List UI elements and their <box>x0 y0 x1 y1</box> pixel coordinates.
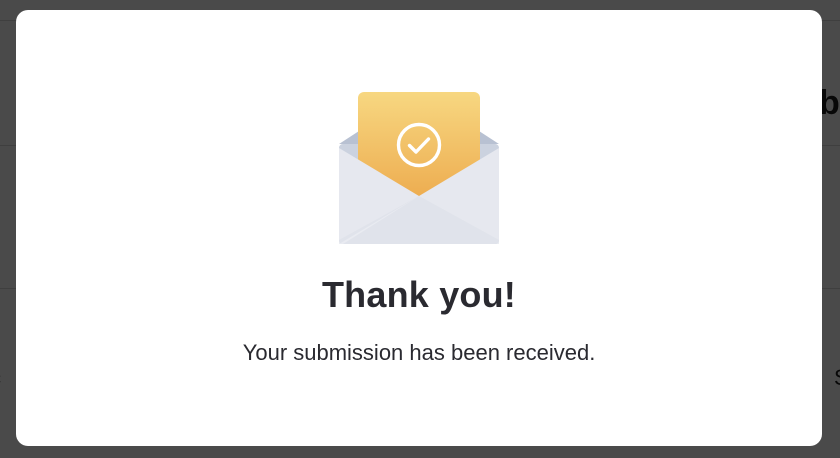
envelope-check-icon <box>339 92 499 244</box>
success-dialog: Thank you! Your submission has been rece… <box>16 10 822 446</box>
dialog-title: Thank you! <box>321 274 516 315</box>
dialog-message: Your submission has been received. <box>242 340 596 365</box>
